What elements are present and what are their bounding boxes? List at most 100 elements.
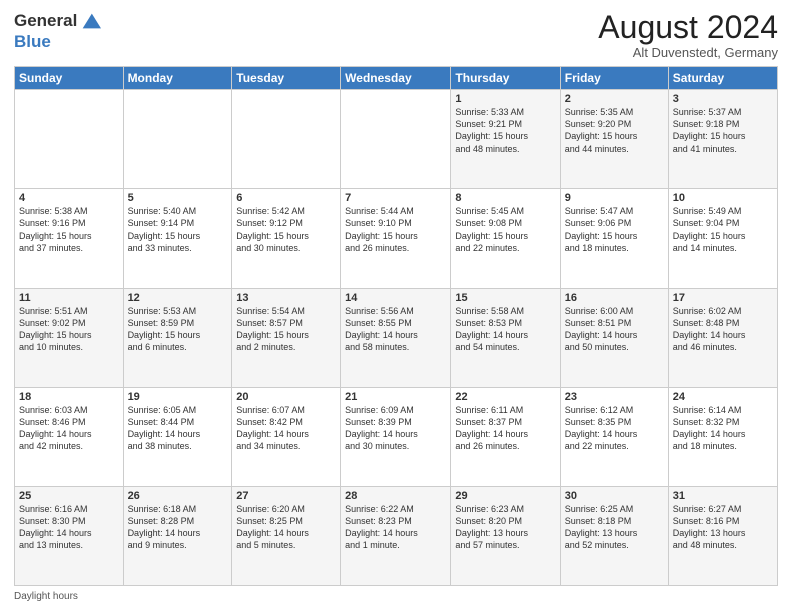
day-number: 20 (236, 391, 336, 403)
day-number: 21 (345, 391, 446, 403)
calendar-day-header: Sunday (15, 67, 124, 90)
day-info: Sunrise: 5:58 AMSunset: 8:53 PMDaylight:… (455, 305, 555, 354)
calendar-cell: 16Sunrise: 6:00 AMSunset: 8:51 PMDayligh… (560, 288, 668, 387)
calendar-week-row: 25Sunrise: 6:16 AMSunset: 8:30 PMDayligh… (15, 486, 778, 585)
calendar-cell: 12Sunrise: 5:53 AMSunset: 8:59 PMDayligh… (123, 288, 232, 387)
day-number: 2 (565, 93, 664, 105)
day-number: 15 (455, 292, 555, 304)
day-info: Sunrise: 6:14 AMSunset: 8:32 PMDaylight:… (673, 404, 773, 453)
calendar-cell: 28Sunrise: 6:22 AMSunset: 8:23 PMDayligh… (341, 486, 451, 585)
calendar-cell: 23Sunrise: 6:12 AMSunset: 8:35 PMDayligh… (560, 387, 668, 486)
calendar-cell: 5Sunrise: 5:40 AMSunset: 9:14 PMDaylight… (123, 189, 232, 288)
day-number: 13 (236, 292, 336, 304)
footer: Daylight hours (14, 591, 778, 602)
day-info: Sunrise: 5:40 AMSunset: 9:14 PMDaylight:… (128, 205, 228, 254)
calendar-cell: 25Sunrise: 6:16 AMSunset: 8:30 PMDayligh… (15, 486, 124, 585)
day-info: Sunrise: 5:35 AMSunset: 9:20 PMDaylight:… (565, 106, 664, 155)
day-info: Sunrise: 5:37 AMSunset: 9:18 PMDaylight:… (673, 106, 773, 155)
day-number: 27 (236, 490, 336, 502)
day-number: 17 (673, 292, 773, 304)
day-number: 18 (19, 391, 119, 403)
day-number: 29 (455, 490, 555, 502)
calendar-week-row: 18Sunrise: 6:03 AMSunset: 8:46 PMDayligh… (15, 387, 778, 486)
calendar-cell (123, 90, 232, 189)
day-number: 14 (345, 292, 446, 304)
day-info: Sunrise: 5:33 AMSunset: 9:21 PMDaylight:… (455, 106, 555, 155)
calendar-cell: 13Sunrise: 5:54 AMSunset: 8:57 PMDayligh… (232, 288, 341, 387)
calendar-cell (15, 90, 124, 189)
day-info: Sunrise: 6:12 AMSunset: 8:35 PMDaylight:… (565, 404, 664, 453)
day-number: 3 (673, 93, 773, 105)
calendar-cell: 24Sunrise: 6:14 AMSunset: 8:32 PMDayligh… (668, 387, 777, 486)
day-info: Sunrise: 5:42 AMSunset: 9:12 PMDaylight:… (236, 205, 336, 254)
day-info: Sunrise: 6:02 AMSunset: 8:48 PMDaylight:… (673, 305, 773, 354)
day-number: 31 (673, 490, 773, 502)
calendar-cell: 14Sunrise: 5:56 AMSunset: 8:55 PMDayligh… (341, 288, 451, 387)
calendar-week-row: 11Sunrise: 5:51 AMSunset: 9:02 PMDayligh… (15, 288, 778, 387)
day-number: 7 (345, 192, 446, 204)
calendar-day-header: Saturday (668, 67, 777, 90)
day-number: 26 (128, 490, 228, 502)
calendar-cell: 3Sunrise: 5:37 AMSunset: 9:18 PMDaylight… (668, 90, 777, 189)
day-number: 16 (565, 292, 664, 304)
day-number: 5 (128, 192, 228, 204)
calendar-week-row: 1Sunrise: 5:33 AMSunset: 9:21 PMDaylight… (15, 90, 778, 189)
logo-general: General (14, 11, 77, 31)
day-info: Sunrise: 6:22 AMSunset: 8:23 PMDaylight:… (345, 503, 446, 552)
title-block: August 2024 Alt Duvenstedt, Germany (598, 10, 778, 60)
day-info: Sunrise: 6:11 AMSunset: 8:37 PMDaylight:… (455, 404, 555, 453)
day-number: 6 (236, 192, 336, 204)
calendar-cell (341, 90, 451, 189)
day-number: 4 (19, 192, 119, 204)
day-number: 24 (673, 391, 773, 403)
day-info: Sunrise: 5:47 AMSunset: 9:06 PMDaylight:… (565, 205, 664, 254)
calendar-cell: 29Sunrise: 6:23 AMSunset: 8:20 PMDayligh… (451, 486, 560, 585)
day-info: Sunrise: 5:56 AMSunset: 8:55 PMDaylight:… (345, 305, 446, 354)
calendar-day-header: Friday (560, 67, 668, 90)
calendar-table: SundayMondayTuesdayWednesdayThursdayFrid… (14, 66, 778, 586)
calendar-cell: 30Sunrise: 6:25 AMSunset: 8:18 PMDayligh… (560, 486, 668, 585)
day-info: Sunrise: 6:23 AMSunset: 8:20 PMDaylight:… (455, 503, 555, 552)
calendar-cell: 15Sunrise: 5:58 AMSunset: 8:53 PMDayligh… (451, 288, 560, 387)
day-number: 19 (128, 391, 228, 403)
day-info: Sunrise: 6:25 AMSunset: 8:18 PMDaylight:… (565, 503, 664, 552)
day-number: 30 (565, 490, 664, 502)
calendar-day-header: Monday (123, 67, 232, 90)
calendar-header-row: SundayMondayTuesdayWednesdayThursdayFrid… (15, 67, 778, 90)
day-info: Sunrise: 6:05 AMSunset: 8:44 PMDaylight:… (128, 404, 228, 453)
day-number: 25 (19, 490, 119, 502)
calendar-cell: 9Sunrise: 5:47 AMSunset: 9:06 PMDaylight… (560, 189, 668, 288)
day-info: Sunrise: 5:53 AMSunset: 8:59 PMDaylight:… (128, 305, 228, 354)
location-subtitle: Alt Duvenstedt, Germany (598, 45, 778, 60)
day-info: Sunrise: 6:27 AMSunset: 8:16 PMDaylight:… (673, 503, 773, 552)
calendar-cell: 10Sunrise: 5:49 AMSunset: 9:04 PMDayligh… (668, 189, 777, 288)
day-info: Sunrise: 5:44 AMSunset: 9:10 PMDaylight:… (345, 205, 446, 254)
logo-icon (79, 10, 101, 32)
calendar-cell: 21Sunrise: 6:09 AMSunset: 8:39 PMDayligh… (341, 387, 451, 486)
calendar-cell: 27Sunrise: 6:20 AMSunset: 8:25 PMDayligh… (232, 486, 341, 585)
calendar-cell: 19Sunrise: 6:05 AMSunset: 8:44 PMDayligh… (123, 387, 232, 486)
calendar-cell: 1Sunrise: 5:33 AMSunset: 9:21 PMDaylight… (451, 90, 560, 189)
calendar-cell: 22Sunrise: 6:11 AMSunset: 8:37 PMDayligh… (451, 387, 560, 486)
calendar-cell: 7Sunrise: 5:44 AMSunset: 9:10 PMDaylight… (341, 189, 451, 288)
day-info: Sunrise: 6:20 AMSunset: 8:25 PMDaylight:… (236, 503, 336, 552)
daylight-label: Daylight hours (14, 591, 78, 602)
day-number: 10 (673, 192, 773, 204)
day-info: Sunrise: 5:51 AMSunset: 9:02 PMDaylight:… (19, 305, 119, 354)
day-info: Sunrise: 6:16 AMSunset: 8:30 PMDaylight:… (19, 503, 119, 552)
month-year-title: August 2024 (598, 10, 778, 45)
day-number: 12 (128, 292, 228, 304)
calendar-cell: 17Sunrise: 6:02 AMSunset: 8:48 PMDayligh… (668, 288, 777, 387)
day-number: 23 (565, 391, 664, 403)
calendar-cell: 18Sunrise: 6:03 AMSunset: 8:46 PMDayligh… (15, 387, 124, 486)
calendar-cell: 8Sunrise: 5:45 AMSunset: 9:08 PMDaylight… (451, 189, 560, 288)
day-number: 9 (565, 192, 664, 204)
day-number: 22 (455, 391, 555, 403)
calendar-day-header: Wednesday (341, 67, 451, 90)
calendar-day-header: Thursday (451, 67, 560, 90)
calendar-cell: 11Sunrise: 5:51 AMSunset: 9:02 PMDayligh… (15, 288, 124, 387)
day-number: 11 (19, 292, 119, 304)
calendar-cell: 4Sunrise: 5:38 AMSunset: 9:16 PMDaylight… (15, 189, 124, 288)
day-number: 1 (455, 93, 555, 105)
calendar-cell: 2Sunrise: 5:35 AMSunset: 9:20 PMDaylight… (560, 90, 668, 189)
